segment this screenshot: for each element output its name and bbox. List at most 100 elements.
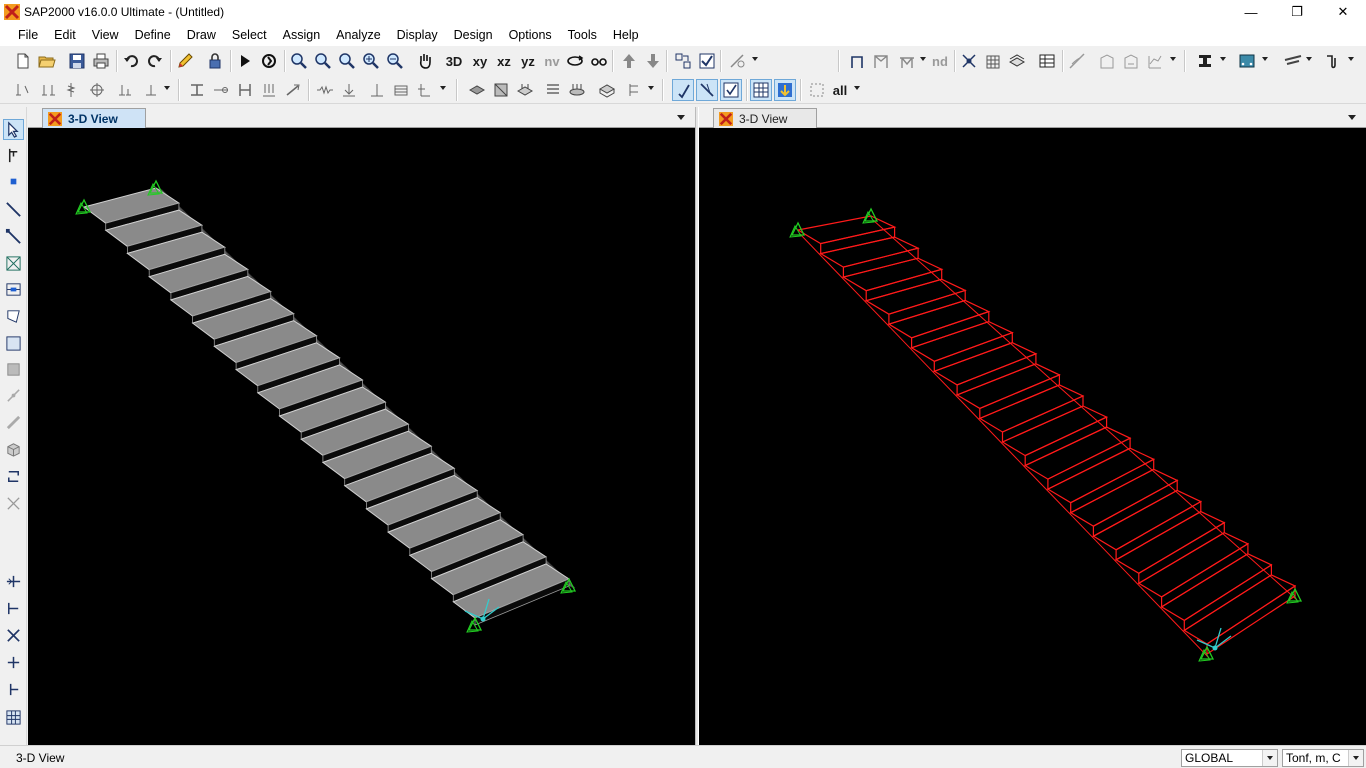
snap-fine-grid-button[interactable] <box>3 707 24 728</box>
save-button[interactable] <box>66 50 88 72</box>
draw-joint-button[interactable] <box>3 171 24 192</box>
print-button[interactable] <box>90 50 112 72</box>
snap-points-button[interactable] <box>3 571 24 592</box>
draw-dimension-button[interactable] <box>3 493 24 514</box>
assign-joint-constraints-button[interactable] <box>38 79 60 101</box>
select-pointer-button[interactable] <box>672 79 694 101</box>
right-window-menu-arrow-icon[interactable] <box>1348 115 1356 120</box>
assign-tendon-button[interactable] <box>390 79 412 101</box>
view-xz-button[interactable]: xz <box>492 50 516 72</box>
new-model-button[interactable] <box>12 50 34 72</box>
refresh-view-button[interactable] <box>672 50 694 72</box>
snap-ends-button[interactable] <box>3 598 24 619</box>
assign-frame-sections-button[interactable] <box>186 79 208 101</box>
rotate-3d-button[interactable] <box>564 50 586 72</box>
assign-frame-offsets-button[interactable] <box>234 79 256 101</box>
select-list-button[interactable] <box>806 79 828 101</box>
assign-frame-axes-button[interactable] <box>282 79 304 101</box>
menu-edit[interactable]: Edit <box>46 24 84 46</box>
steel-design-button[interactable] <box>1194 50 1216 72</box>
assign-solid-button[interactable] <box>596 79 618 101</box>
select-box-button[interactable] <box>720 79 742 101</box>
draw-truss-button[interactable] <box>896 50 918 72</box>
assign-area-temperature-button[interactable] <box>542 79 564 101</box>
show-deformed-button[interactable] <box>1066 50 1088 72</box>
snap-grid-button[interactable] <box>774 79 796 101</box>
assign-local-axes-button[interactable] <box>140 79 162 101</box>
draw-frame-button[interactable] <box>846 50 868 72</box>
tab-3d-view-right[interactable]: 3-D View <box>713 108 817 128</box>
menu-view[interactable]: View <box>84 24 127 46</box>
units-select[interactable]: Tonf, m, C <box>1282 749 1364 767</box>
function-button[interactable] <box>1322 50 1344 72</box>
move-up-button[interactable] <box>618 50 640 72</box>
assign-cable-button[interactable] <box>366 79 388 101</box>
menu-analyze[interactable]: Analyze <box>328 24 388 46</box>
snap-perpendicular-button[interactable] <box>3 652 24 673</box>
quick-draw-area-button[interactable] <box>3 359 24 380</box>
view-yz-button[interactable]: yz <box>516 50 540 72</box>
restore-button[interactable]: ❐ <box>1274 0 1320 24</box>
menu-tools[interactable]: Tools <box>560 24 605 46</box>
menu-assign[interactable]: Assign <box>275 24 329 46</box>
draw-rectangular-area-button[interactable] <box>3 333 24 354</box>
view-xy-button[interactable]: xy <box>468 50 492 72</box>
redo-button[interactable] <box>144 50 166 72</box>
run-now-button[interactable] <box>258 50 280 72</box>
draw-frame-cable-button[interactable] <box>3 199 24 220</box>
zoom-restore-button[interactable] <box>312 50 334 72</box>
draw-link-button[interactable] <box>3 385 24 406</box>
draw-tendon-button[interactable] <box>3 412 24 433</box>
snap-lines-button[interactable] <box>3 679 24 700</box>
assign-frame-loads-button[interactable] <box>258 79 280 101</box>
menu-select[interactable]: Select <box>224 24 275 46</box>
assign-joint-masses-button[interactable] <box>86 79 108 101</box>
close-button[interactable]: ✕ <box>1320 0 1366 24</box>
show-frames-button[interactable] <box>982 50 1004 72</box>
zoom-in-button[interactable] <box>360 50 382 72</box>
view-3d-button[interactable]: 3D <box>442 50 466 72</box>
assign-joint-springs-button[interactable] <box>60 79 82 101</box>
snap-options-button[interactable] <box>726 50 748 72</box>
show-forces-button[interactable] <box>1096 50 1118 72</box>
menu-help[interactable]: Help <box>605 24 647 46</box>
menu-design[interactable]: Design <box>446 24 501 46</box>
tables-button[interactable] <box>1036 50 1058 72</box>
lock-edit-button[interactable] <box>174 50 196 72</box>
show-node-labels-button[interactable]: nd <box>928 50 952 72</box>
bridge-design-button[interactable] <box>1282 50 1304 72</box>
assign-frame-releases-button[interactable] <box>210 79 232 101</box>
menu-display[interactable]: Display <box>389 24 446 46</box>
set-display-options-button[interactable] <box>696 50 718 72</box>
assign-area-pressure-button[interactable] <box>566 79 588 101</box>
pan-button[interactable] <box>414 50 436 72</box>
pointer-tool-button[interactable] <box>3 119 24 140</box>
assign-area-stiffness-button[interactable] <box>490 79 512 101</box>
quick-draw-braces-button[interactable] <box>3 253 24 274</box>
menu-file[interactable]: File <box>10 24 46 46</box>
assign-link-button[interactable] <box>314 79 336 101</box>
draw-section-cut-button[interactable] <box>3 466 24 487</box>
snap-intersections-button[interactable] <box>3 625 24 646</box>
menu-define[interactable]: Define <box>127 24 179 46</box>
assign-link-support-button[interactable] <box>338 79 360 101</box>
undo-button[interactable] <box>120 50 142 72</box>
assign-area-loads-button[interactable] <box>514 79 536 101</box>
chevron-down-icon[interactable] <box>1348 750 1363 766</box>
menu-options[interactable]: Options <box>501 24 560 46</box>
perspective-button[interactable] <box>588 50 610 72</box>
zoom-window-button[interactable] <box>288 50 310 72</box>
left-model-canvas[interactable] <box>28 128 695 745</box>
chevron-down-icon[interactable] <box>1262 750 1277 766</box>
show-areas-button[interactable] <box>1006 50 1028 72</box>
zoom-out-button[interactable] <box>384 50 406 72</box>
select-intersecting-button[interactable] <box>696 79 718 101</box>
assign-area-sections-button[interactable] <box>466 79 488 101</box>
draw-solid-button[interactable] <box>3 439 24 460</box>
lock-model-button[interactable] <box>204 50 226 72</box>
reshape-tool-button[interactable] <box>3 145 24 166</box>
show-stresses-button[interactable] <box>1120 50 1142 72</box>
assign-generalized-button[interactable] <box>624 79 646 101</box>
draw-braced-frame-button[interactable] <box>870 50 892 72</box>
open-button[interactable] <box>36 50 58 72</box>
